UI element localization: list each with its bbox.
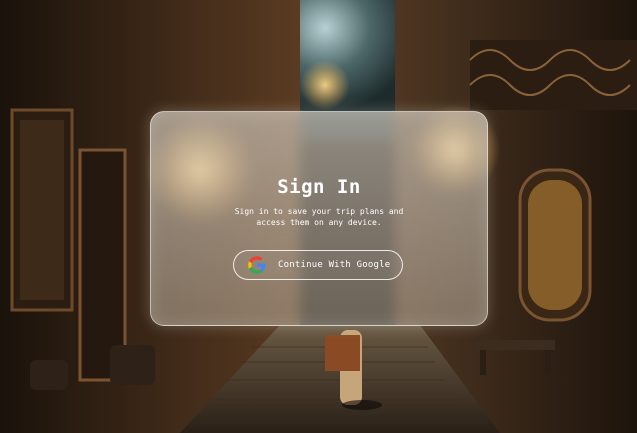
google-icon [248,256,266,274]
continue-with-google-button[interactable]: Continue With Google [233,250,403,280]
sign-in-card: Sign In Sign in to save your trip plans … [150,111,488,326]
sign-in-title: Sign In [277,176,361,198]
sign-in-subtitle: Sign in to save your trip plans and acce… [234,207,404,227]
continue-with-google-label: Continue With Google [278,260,391,270]
